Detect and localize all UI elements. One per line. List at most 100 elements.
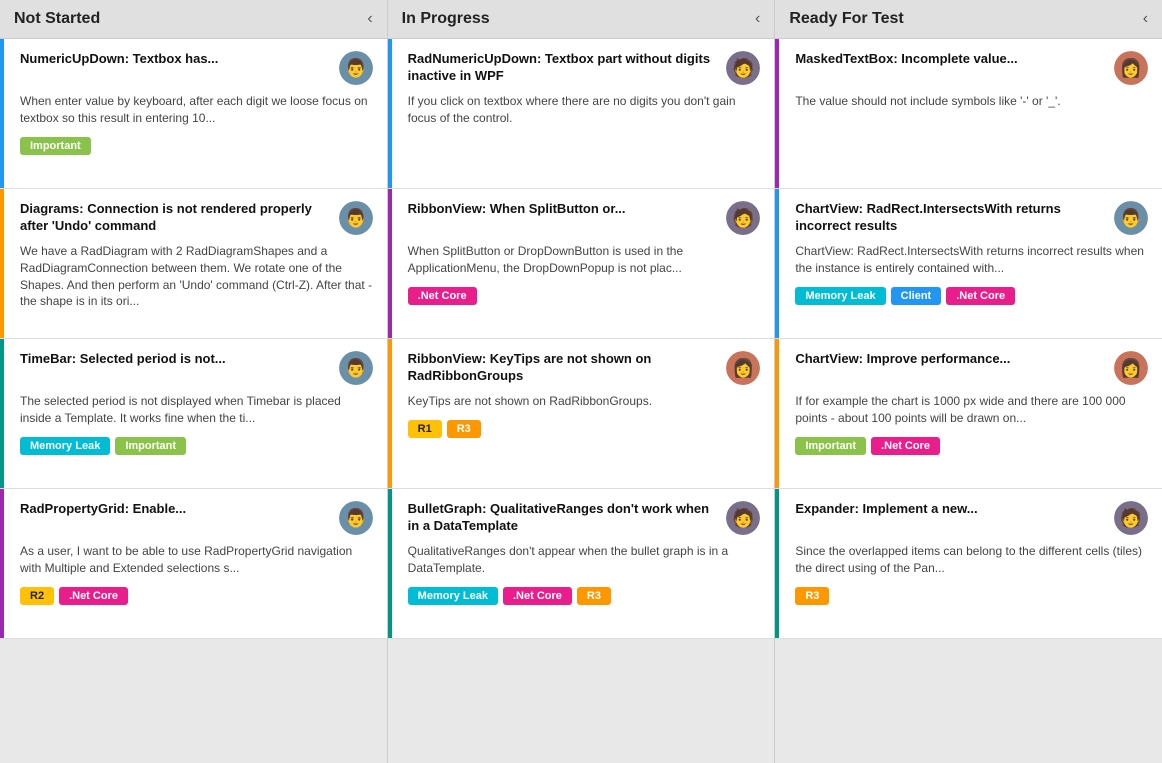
card-header: RibbonView: When SplitButton or...🧑: [402, 201, 761, 235]
avatar: 🧑: [1114, 501, 1148, 535]
card-header: ChartView: RadRect.IntersectsWith return…: [789, 201, 1148, 235]
tag-net-core[interactable]: .Net Core: [59, 587, 128, 605]
card-title: ChartView: Improve performance...: [795, 351, 1114, 368]
card[interactable]: RadNumericUpDown: Textbox part without d…: [388, 39, 775, 189]
avatar-image: 👨: [1114, 201, 1148, 235]
avatar: 🧑: [726, 201, 760, 235]
card-tags: Important: [14, 137, 373, 155]
cards-not-started: NumericUpDown: Textbox has...👨When enter…: [0, 39, 387, 763]
card-tags: Memory Leak .Net Core R3: [402, 587, 761, 605]
tag-r1[interactable]: R1: [408, 420, 442, 438]
card-title: TimeBar: Selected period is not...: [20, 351, 339, 368]
column-not-started: Not Started ‹ NumericUpDown: Textbox has..…: [0, 0, 388, 763]
tag-memory-leak[interactable]: Memory Leak: [408, 587, 498, 605]
card-accent-bar: [0, 489, 4, 638]
card-title: RibbonView: KeyTips are not shown on Rad…: [408, 351, 727, 385]
card[interactable]: RibbonView: KeyTips are not shown on Rad…: [388, 339, 775, 489]
card-title: MaskedTextBox: Incomplete value...: [795, 51, 1114, 68]
card-body: We have a RadDiagram with 2 RadDiagramSh…: [14, 243, 373, 310]
tag-important[interactable]: Important: [20, 137, 91, 155]
card[interactable]: Expander: Implement a new...🧑 Since the o…: [775, 489, 1162, 639]
card-header: RadPropertyGrid: Enable...👨: [14, 501, 373, 535]
card-tags: Memory Leak Client.Net Core: [789, 287, 1148, 305]
tag-memory-leak[interactable]: Memory Leak: [795, 287, 885, 305]
card[interactable]: NumericUpDown: Textbox has...👨When enter…: [0, 39, 387, 189]
card-accent-bar: [388, 339, 392, 488]
avatar-image: 🧑: [1114, 501, 1148, 535]
card-header: Diagrams: Connection is not rendered pro…: [14, 201, 373, 235]
card-accent-bar: [775, 339, 779, 488]
card-accent-bar: [388, 39, 392, 188]
card[interactable]: RadPropertyGrid: Enable...👨 As a user, I …: [0, 489, 387, 639]
card-header: MaskedTextBox: Incomplete value...👩: [789, 51, 1148, 85]
col-collapse-arrow-not-started[interactable]: ‹: [367, 10, 372, 28]
avatar-image: 👩: [1114, 51, 1148, 85]
card-tags: R2 .Net Core: [14, 587, 373, 605]
tag-client[interactable]: Client: [891, 287, 942, 305]
card[interactable]: BulletGraph: QualitativeRanges don't wor…: [388, 489, 775, 639]
avatar-image: 🧑: [726, 201, 760, 235]
avatar-image: 👨: [339, 201, 373, 235]
card[interactable]: RibbonView: When SplitButton or...🧑 When …: [388, 189, 775, 339]
card-body: As a user, I want to be able to use RadP…: [14, 543, 373, 577]
card-accent-bar: [0, 339, 4, 488]
card-body: When SplitButton or DropDownButton is us…: [402, 243, 761, 277]
card-header: RibbonView: KeyTips are not shown on Rad…: [402, 351, 761, 385]
card-body: QualitativeRanges don't appear when the …: [402, 543, 761, 577]
tag-net-core[interactable]: .Net Core: [408, 287, 477, 305]
card-tags: R3: [789, 587, 1148, 605]
avatar: 🧑: [726, 501, 760, 535]
tag-important[interactable]: Important: [795, 437, 866, 455]
cards-in-progress: RadNumericUpDown: Textbox part without d…: [388, 39, 775, 763]
col-header-ready-for-test: Ready For Test‹: [775, 0, 1162, 39]
avatar-image: 🧑: [726, 501, 760, 535]
tag-important[interactable]: Important: [115, 437, 186, 455]
card[interactable]: Diagrams: Connection is not rendered pro…: [0, 189, 387, 339]
card-header: NumericUpDown: Textbox has...👨: [14, 51, 373, 85]
tag-r3[interactable]: R3: [447, 420, 481, 438]
card-body: Since the overlapped items can belong to…: [789, 543, 1148, 577]
avatar: 🧑: [726, 51, 760, 85]
card-tags: Memory Leak Important: [14, 437, 373, 455]
card-title: RadPropertyGrid: Enable...: [20, 501, 339, 518]
card[interactable]: MaskedTextBox: Incomplete value...👩The v…: [775, 39, 1162, 189]
card-accent-bar: [0, 39, 4, 188]
col-title-not-started: Not Started: [14, 10, 100, 28]
card-body: The selected period is not displayed whe…: [14, 393, 373, 427]
avatar-image: 🧑: [726, 51, 760, 85]
avatar-image: 👨: [339, 51, 373, 85]
avatar-image: 👩: [726, 351, 760, 385]
avatar: 👨: [339, 51, 373, 85]
card-accent-bar: [0, 189, 4, 338]
col-header-in-progress: In Progress‹: [388, 0, 775, 39]
tag-r3[interactable]: R3: [795, 587, 829, 605]
card[interactable]: ChartView: RadRect.IntersectsWith return…: [775, 189, 1162, 339]
card-body: KeyTips are not shown on RadRibbonGroups…: [402, 393, 761, 410]
avatar-image: 👩: [1114, 351, 1148, 385]
tag-net-core[interactable]: .Net Core: [871, 437, 940, 455]
avatar: 👨: [339, 351, 373, 385]
card[interactable]: TimeBar: Selected period is not...👨 The s…: [0, 339, 387, 489]
card-accent-bar: [775, 189, 779, 338]
tag-net-core[interactable]: .Net Core: [946, 287, 1015, 305]
col-collapse-arrow-in-progress[interactable]: ‹: [755, 10, 760, 28]
card-tags: R1 R3: [402, 420, 761, 438]
card-tags: Important .Net Core: [789, 437, 1148, 455]
column-ready-for-test: Ready For Test‹MaskedTextBox: Incomplete…: [775, 0, 1162, 763]
tag-r2[interactable]: R2: [20, 587, 54, 605]
tag-net-core[interactable]: .Net Core: [503, 587, 572, 605]
card-accent-bar: [775, 39, 779, 188]
card-title: RadNumericUpDown: Textbox part without d…: [408, 51, 727, 85]
card-header: TimeBar: Selected period is not...👨: [14, 351, 373, 385]
card-title: BulletGraph: QualitativeRanges don't wor…: [408, 501, 727, 535]
tag-memory-leak[interactable]: Memory Leak: [20, 437, 110, 455]
column-in-progress: In Progress‹ RadNumericUpDown: Textbox pa…: [388, 0, 776, 763]
avatar: 👨: [339, 201, 373, 235]
avatar: 👩: [1114, 51, 1148, 85]
col-collapse-arrow-ready-for-test[interactable]: ‹: [1143, 10, 1148, 28]
card[interactable]: ChartView: Improve performance...👩If for…: [775, 339, 1162, 489]
card-header: RadNumericUpDown: Textbox part without d…: [402, 51, 761, 85]
avatar: 👩: [1114, 351, 1148, 385]
card-header: Expander: Implement a new...🧑: [789, 501, 1148, 535]
tag-r3[interactable]: R3: [577, 587, 611, 605]
